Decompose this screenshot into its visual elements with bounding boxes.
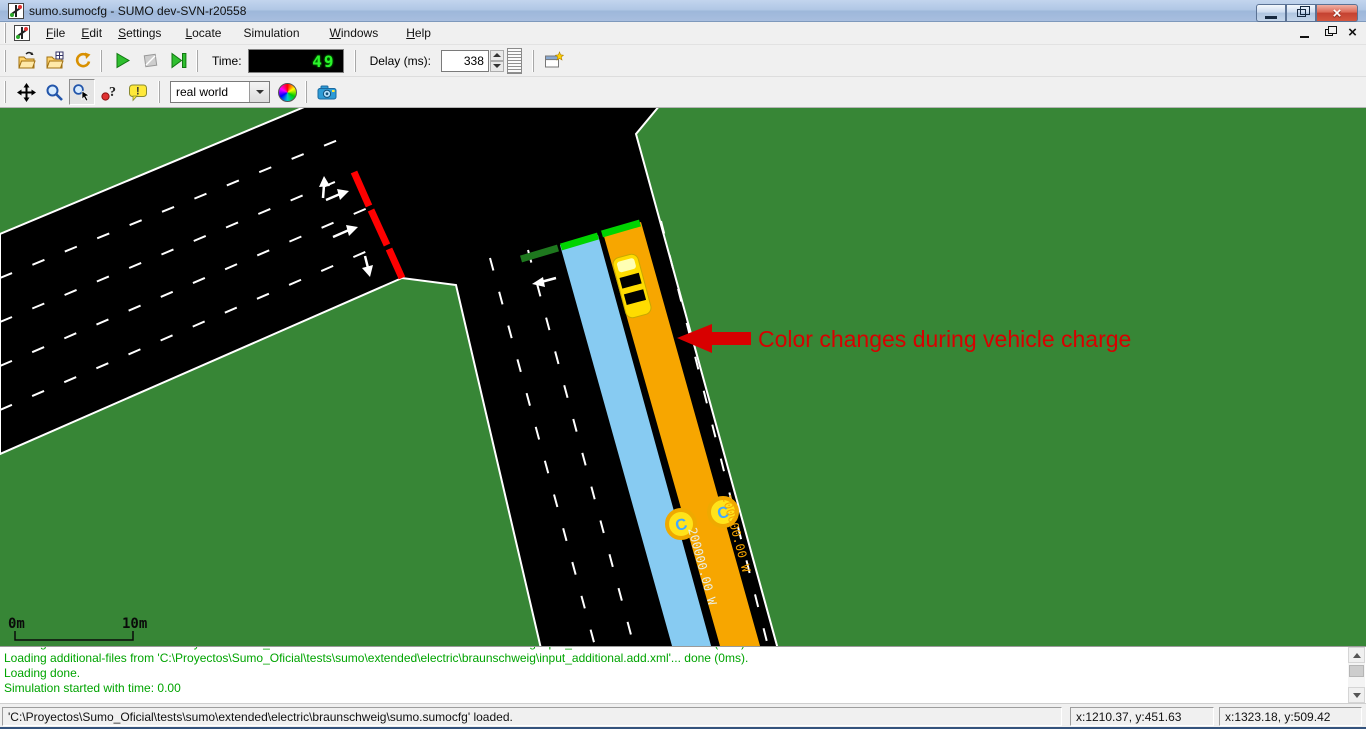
menu-simulation[interactable]: Simulation	[235, 23, 307, 43]
coloring-scheme-dropdown[interactable]: real world	[170, 81, 270, 103]
tooltip-toggle-button[interactable]: !	[125, 79, 151, 105]
time-label: Time:	[212, 54, 242, 68]
message-line: Loading additional-files from 'C:\Proyec…	[0, 651, 1366, 666]
restore-button[interactable]	[1286, 4, 1316, 22]
message-line: Loading done.	[0, 666, 1366, 681]
stop-icon-disabled	[141, 51, 160, 70]
tooltip-bubble-icon: !	[128, 83, 148, 102]
delay-spin-up-button[interactable]	[490, 50, 504, 61]
toolbar-grip[interactable]	[354, 50, 358, 72]
svg-text:!: !	[136, 85, 140, 97]
minimize-button[interactable]	[1256, 4, 1286, 22]
chevron-down-icon	[256, 90, 264, 94]
recenter-view-button[interactable]	[13, 79, 39, 105]
zoom-cursor-button[interactable]	[69, 79, 95, 105]
stop-button[interactable]	[137, 48, 163, 74]
mdi-child-icon	[14, 25, 30, 41]
scale-start-label: 0m	[8, 616, 25, 632]
message-line: Simulation started with time: 0.00	[0, 681, 1366, 696]
status-message: 'C:\Proyectos\Sumo_Oficial\tests\sumo\ex…	[2, 707, 1062, 726]
open-folder-icon	[17, 51, 36, 70]
close-button[interactable]: ×	[1316, 4, 1358, 22]
magnifier-cursor-icon	[72, 83, 92, 102]
open-network-icon	[45, 51, 64, 70]
scroll-down-icon	[1353, 693, 1361, 698]
restore-icon	[1297, 9, 1306, 17]
spin-up-icon	[493, 53, 501, 57]
simulation-canvas[interactable]: C C 200000.00 W 200000.00 W Color change…	[0, 108, 1366, 646]
simulation-view[interactable]: C C 200000.00 W 200000.00 W Color change…	[0, 108, 1366, 646]
step-icon	[169, 51, 188, 70]
cursor-coordinates-geo: x:1210.37, y:451.63	[1070, 707, 1214, 726]
dropdown-button[interactable]	[249, 82, 269, 102]
new-window-icon	[544, 51, 564, 70]
mdi-close-button[interactable]: ×	[1345, 25, 1360, 40]
delay-label: Delay (ms):	[370, 54, 431, 68]
menu-bar: File Edit Settings Locate Simulation Win…	[0, 22, 1366, 45]
toolbar-grip[interactable]	[100, 50, 104, 72]
svg-text:?: ?	[109, 85, 116, 100]
window-title: sumo.sumocfg - SUMO dev-SVN-r20558	[29, 4, 246, 18]
message-scrollbar[interactable]	[1348, 647, 1365, 703]
toolbar-grip[interactable]	[4, 23, 8, 43]
scroll-up-button[interactable]	[1348, 647, 1365, 663]
locate-button[interactable]: ?	[97, 79, 123, 105]
cursor-coordinates-net: x:1323.18, y:509.42	[1219, 707, 1362, 726]
main-toolbar: Time: 49 Delay (ms):	[0, 45, 1366, 77]
toolbar-grip[interactable]	[196, 50, 200, 72]
play-icon	[113, 51, 132, 70]
app-window: sumo.sumocfg - SUMO dev-SVN-r20558 × Fil…	[0, 0, 1366, 729]
toolbar-grip[interactable]	[4, 50, 8, 72]
toolbar-grip[interactable]	[4, 81, 8, 103]
scale-end-label: 10m	[122, 616, 147, 632]
scrollbar-thumb[interactable]	[1349, 665, 1364, 677]
locate-question-icon: ?	[101, 83, 120, 102]
reload-button[interactable]	[69, 48, 95, 74]
magnifier-icon	[45, 83, 64, 102]
menu-windows[interactable]: Windows	[322, 23, 387, 43]
app-icon	[8, 3, 24, 19]
menu-help[interactable]: Help	[398, 23, 439, 43]
open-network-button[interactable]	[41, 48, 67, 74]
color-wheel-button[interactable]	[278, 83, 297, 102]
time-display: 49	[248, 49, 344, 73]
open-config-button[interactable]	[13, 48, 39, 74]
annotation-text: Color changes during vehicle charge	[758, 326, 1131, 352]
delay-spin-down-button[interactable]	[490, 61, 504, 72]
play-button[interactable]	[109, 48, 135, 74]
menu-settings[interactable]: Settings	[110, 23, 169, 43]
menu-file[interactable]: File	[38, 23, 73, 43]
scroll-up-icon	[1353, 653, 1361, 658]
status-bar: 'C:\Proyectos\Sumo_Oficial\tests\sumo\ex…	[0, 703, 1366, 727]
coloring-scheme-value: real world	[171, 82, 249, 102]
minimize-icon	[1265, 16, 1277, 19]
recenter-icon	[17, 83, 36, 102]
mdi-restore-icon	[1325, 29, 1333, 36]
scroll-down-button[interactable]	[1348, 687, 1365, 703]
step-button[interactable]	[165, 48, 191, 74]
delay-input[interactable]	[441, 50, 489, 72]
menu-edit[interactable]: Edit	[73, 23, 110, 43]
mdi-minimize-button[interactable]	[1297, 25, 1312, 40]
reload-icon	[73, 51, 92, 70]
menu-locate[interactable]: Locate	[177, 23, 229, 43]
camera-icon	[317, 83, 337, 102]
zoom-button[interactable]	[41, 79, 67, 105]
toolbar-grip[interactable]	[305, 81, 309, 103]
mdi-restore-button[interactable]	[1321, 25, 1336, 40]
toolbar-grip[interactable]	[158, 81, 162, 103]
toolbar-grip[interactable]	[532, 50, 536, 72]
message-log: Loading additional-files from 'C:\Proyec…	[0, 646, 1366, 703]
screenshot-button[interactable]	[314, 79, 340, 105]
title-bar: sumo.sumocfg - SUMO dev-SVN-r20558 ×	[0, 0, 1366, 22]
mdi-minimize-icon	[1300, 36, 1309, 38]
spin-down-icon	[493, 64, 501, 68]
delay-dial[interactable]	[507, 48, 522, 74]
view-toolbar: ? ! real world	[0, 77, 1366, 108]
new-view-button[interactable]	[541, 48, 567, 74]
close-icon: ×	[1333, 6, 1342, 21]
